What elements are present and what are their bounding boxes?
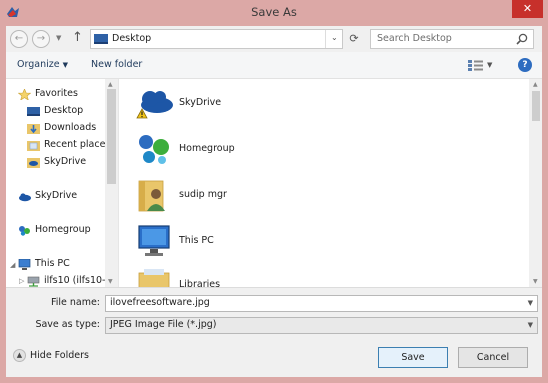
item-label: sudip mgr <box>179 189 227 200</box>
scroll-up-icon[interactable]: ▲ <box>108 81 113 88</box>
search-placeholder: Search Desktop <box>377 33 452 44</box>
computer-icon <box>18 259 31 270</box>
nav-item-label: SkyDrive <box>44 156 87 167</box>
search-input[interactable]: Search Desktop <box>370 29 534 49</box>
organize-label: Organize <box>17 59 60 70</box>
nav-item-label: This PC <box>35 258 70 269</box>
star-icon <box>18 89 31 100</box>
list-item-homegroup[interactable]: Homegroup <box>135 131 335 169</box>
dialog-footer: ▲ Hide Folders Save Cancel <box>6 339 542 377</box>
list-item-skydrive[interactable]: SkyDrive <box>135 85 335 123</box>
nav-item-label: Desktop <box>44 105 84 116</box>
save-type-label: Save as type: <box>35 319 100 330</box>
libraries-icon <box>138 269 170 287</box>
window-title: Save As <box>251 5 297 19</box>
user-folder-icon <box>138 180 165 212</box>
file-name-value: ilovefreesoftware.jpg <box>110 297 210 308</box>
navigation-bar: ← → ▼ ↑ Desktop ⌄ ⟳ Search Desktop <box>6 26 542 52</box>
list-item-this-pc[interactable]: This PC <box>135 223 335 261</box>
hide-folders-label: Hide Folders <box>30 350 89 361</box>
network-drive-icon <box>27 276 40 287</box>
file-list-scrollbar[interactable]: ▲ ▼ <box>529 79 542 287</box>
recent-places-icon <box>27 141 40 151</box>
item-label: Homegroup <box>179 143 235 154</box>
chevron-up-icon: ▲ <box>13 349 26 362</box>
nav-item-label: Downloads <box>44 122 97 133</box>
list-item-user-folder[interactable]: sudip mgr <box>135 177 335 215</box>
up-button[interactable]: ↑ <box>72 30 83 45</box>
scroll-down-icon[interactable]: ▼ <box>108 278 113 285</box>
new-folder-button[interactable]: New folder <box>91 59 142 70</box>
desktop-icon <box>94 34 108 44</box>
nav-item-label: SkyDrive <box>35 190 78 201</box>
desktop-icon <box>27 107 40 116</box>
nav-item-label: Recent places <box>44 139 111 150</box>
scroll-up-icon[interactable]: ▲ <box>533 81 538 88</box>
forward-button[interactable]: → <box>32 30 50 48</box>
nav-item-label: Favorites <box>35 88 78 99</box>
item-label: This PC <box>179 235 214 246</box>
address-bar[interactable]: Desktop ⌄ <box>90 29 343 49</box>
expand-this-pc-icon[interactable]: ◢ <box>10 261 15 269</box>
chevron-down-icon[interactable]: ▼ <box>528 321 533 329</box>
file-name-label: File name: <box>50 297 100 308</box>
help-icon[interactable]: ? <box>518 58 532 72</box>
close-button[interactable]: ✕ <box>512 0 543 18</box>
address-separator <box>325 30 326 48</box>
homegroup-icon <box>19 226 30 236</box>
search-icon[interactable] <box>515 32 529 46</box>
skydrive-icon <box>27 158 40 168</box>
back-button[interactable]: ← <box>10 30 28 48</box>
navigation-scrollbar[interactable]: ▲ ▼ <box>105 79 118 287</box>
homegroup-icon <box>139 135 169 164</box>
organize-menu[interactable]: Organize ▼ <box>17 59 68 70</box>
save-button[interactable]: Save <box>378 347 448 368</box>
command-bar: Organize ▼ New folder ▼ ? <box>6 52 542 79</box>
scrollbar-thumb[interactable] <box>532 91 540 121</box>
recent-locations-dropdown[interactable]: ▼ <box>56 34 61 42</box>
computer-icon <box>138 225 170 256</box>
navigation-pane: Favorites Desktop Downloads Recent place… <box>6 79 118 287</box>
chevron-down-icon[interactable]: ▼ <box>528 299 533 307</box>
list-item-libraries[interactable]: Libraries <box>135 267 335 287</box>
scrollbar-thumb[interactable] <box>107 89 116 184</box>
address-text: Desktop <box>112 33 152 44</box>
expand-network-drive-icon[interactable]: ▷ <box>19 277 24 285</box>
dialog-body: ← → ▼ ↑ Desktop ⌄ ⟳ Search Desktop Organ… <box>6 26 542 377</box>
nav-item-label: ilfs10 (ilfs10-p <box>44 275 112 286</box>
address-dropdown-icon[interactable]: ⌄ <box>331 33 338 42</box>
file-name-field[interactable]: ilovefreesoftware.jpg ▼ <box>105 295 538 312</box>
refresh-button[interactable]: ⟳ <box>345 30 363 48</box>
item-label: Libraries <box>179 279 221 287</box>
title-bar: Save As ✕ <box>0 0 548 26</box>
skydrive-icon <box>19 193 31 202</box>
cancel-button[interactable]: Cancel <box>458 347 528 368</box>
save-type-select[interactable]: JPEG Image File (*.jpg) ▼ <box>105 317 538 334</box>
downloads-icon <box>27 124 40 134</box>
save-fields: File name: ilovefreesoftware.jpg ▼ Save … <box>6 287 542 339</box>
file-list: SkyDrive Homegroup sudip mgr This PC Lib… <box>118 79 542 287</box>
nav-item-label: Homegroup <box>35 224 91 235</box>
chevron-down-icon: ▼ <box>62 61 68 69</box>
skydrive-warning-icon <box>136 91 173 119</box>
save-type-value: JPEG Image File (*.jpg) <box>110 319 217 330</box>
view-dropdown-icon[interactable]: ▼ <box>487 61 492 69</box>
item-label: SkyDrive <box>179 97 222 108</box>
view-options-icon[interactable] <box>468 60 483 71</box>
scroll-down-icon[interactable]: ▼ <box>533 278 538 285</box>
